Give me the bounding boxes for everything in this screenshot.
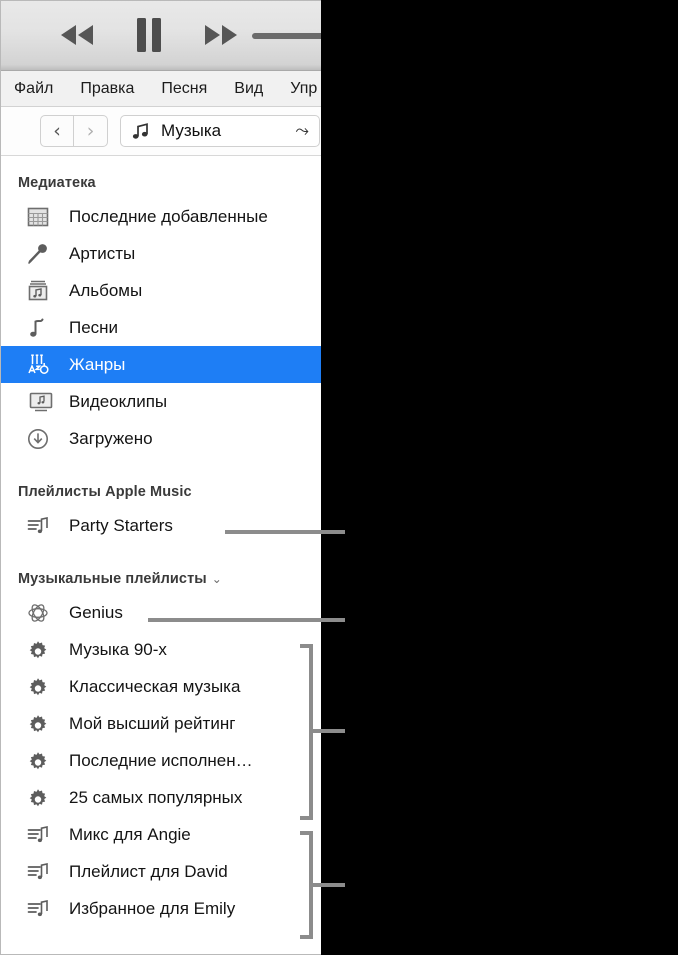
sidebar-item-albums[interactable]: Альбомы bbox=[0, 272, 321, 309]
gear-icon bbox=[26, 749, 56, 773]
sidebar-item-smart-playlist-3[interactable]: Мой высший рейтинг bbox=[0, 705, 321, 742]
note-icon bbox=[26, 316, 56, 340]
sidebar-section-apple-music: Плейлисты Apple Music bbox=[0, 477, 321, 507]
video-icon bbox=[29, 392, 53, 411]
microphone-icon bbox=[26, 242, 56, 266]
sidebar-section-music-playlists[interactable]: Музыкальные плейлисты ⌄ bbox=[0, 564, 321, 594]
sidebar-item-label: Альбомы bbox=[69, 280, 143, 300]
sidebar-item-label: Плейлист для David bbox=[69, 861, 228, 881]
sidebar-item-smart-playlist-5[interactable]: 25 самых популярных bbox=[0, 779, 321, 816]
sidebar-item-playlist-angie[interactable]: Микс для Angie bbox=[0, 816, 321, 853]
sidebar-item-label: Микс для Angie bbox=[69, 824, 191, 844]
sidebar-item-recently-added[interactable]: Последние добавленные bbox=[0, 198, 321, 235]
sidebar-item-playlist-david[interactable]: Плейлист для David bbox=[0, 853, 321, 890]
menu-item-file[interactable]: Файл bbox=[14, 80, 53, 98]
chevron-left-icon: ‹ bbox=[53, 119, 61, 142]
sidebar-item-label: Последние исполнен… bbox=[69, 750, 253, 770]
gear-icon bbox=[26, 675, 56, 699]
sidebar-section-apple-music-label: Плейлисты Apple Music bbox=[18, 484, 192, 500]
playlist-icon bbox=[26, 823, 56, 847]
source-selector[interactable]: Музыка ⤳ bbox=[120, 115, 320, 147]
gear-icon bbox=[26, 786, 56, 810]
playlist-icon bbox=[26, 860, 56, 884]
sidebar-item-label: Музыка 90-х bbox=[69, 639, 167, 659]
sidebar-item-smart-playlist-1[interactable]: Музыка 90-х bbox=[0, 631, 321, 668]
sidebar-item-label: Песни bbox=[69, 317, 119, 337]
playlist-icon bbox=[26, 514, 56, 538]
pause-button[interactable] bbox=[126, 14, 172, 56]
pause-icon bbox=[137, 18, 161, 52]
volume-slider[interactable] bbox=[252, 33, 321, 39]
menu-item-edit[interactable]: Правка bbox=[80, 80, 134, 98]
sidebar-item-label: Мой высший рейтинг bbox=[69, 713, 236, 733]
itunes-window: Файл Правка Песня Вид Упр ‹ › Музыка ⤳ М… bbox=[0, 0, 321, 955]
background-mask bbox=[321, 0, 678, 955]
sidebar-item-label: Видеоклипы bbox=[69, 391, 168, 411]
menu-item-view[interactable]: Вид bbox=[234, 80, 263, 98]
sidebar-section-music-playlists-label: Музыкальные плейлисты bbox=[18, 571, 207, 587]
menu-bar: Файл Правка Песня Вид Упр bbox=[0, 71, 321, 107]
shuffle-icon: ⤳ bbox=[295, 121, 309, 140]
menu-item-song[interactable]: Песня bbox=[161, 80, 207, 98]
sidebar-item-artists[interactable]: Артисты bbox=[0, 235, 321, 272]
playlist-icon bbox=[26, 897, 56, 921]
music-note-icon bbox=[132, 123, 148, 139]
sidebar-item-label: Party Starters bbox=[69, 515, 173, 535]
sidebar: Медиатека Последние добавленные Артисты … bbox=[0, 156, 321, 927]
player-bar bbox=[0, 0, 321, 71]
chevron-down-icon: ⌄ bbox=[211, 572, 222, 586]
sidebar-item-label: Избранное для Emily bbox=[69, 898, 236, 918]
sidebar-item-label: Последние добавленные bbox=[69, 206, 268, 226]
gear-icon bbox=[26, 712, 56, 736]
sidebar-section-library-label: Медиатека bbox=[18, 175, 96, 191]
navigation-bar: ‹ › Музыка ⤳ bbox=[0, 107, 321, 156]
sidebar-item-label: Классическая музыка bbox=[69, 676, 241, 696]
sidebar-item-playlist-emily[interactable]: Избранное для Emily bbox=[0, 890, 321, 927]
menu-item-controls[interactable]: Упр bbox=[290, 80, 317, 98]
source-label: Музыка bbox=[161, 121, 222, 140]
fast-forward-button[interactable] bbox=[198, 14, 244, 56]
fast-forward-icon bbox=[205, 25, 237, 45]
transport-controls bbox=[54, 14, 244, 56]
rewind-icon bbox=[61, 25, 93, 45]
forward-button[interactable]: › bbox=[74, 115, 108, 147]
album-icon bbox=[26, 279, 56, 303]
grid-icon bbox=[26, 205, 56, 229]
sidebar-item-label: Загружено bbox=[69, 428, 153, 448]
sidebar-item-party-starters[interactable]: Party Starters bbox=[0, 507, 321, 544]
gear-icon bbox=[26, 638, 56, 662]
sidebar-item-songs[interactable]: Песни bbox=[0, 309, 321, 346]
sidebar-item-smart-playlist-2[interactable]: Классическая музыка bbox=[0, 668, 321, 705]
rewind-button[interactable] bbox=[54, 14, 100, 56]
chevron-right-icon: › bbox=[86, 119, 95, 142]
download-icon bbox=[26, 427, 56, 451]
sidebar-item-music-videos[interactable]: Видеоклипы bbox=[0, 383, 321, 420]
back-button[interactable]: ‹ bbox=[40, 115, 74, 147]
sidebar-item-genius[interactable]: Genius bbox=[0, 594, 321, 631]
sidebar-item-label: Genius bbox=[69, 602, 123, 622]
sidebar-item-genres[interactable]: Жанры bbox=[0, 346, 321, 383]
genius-icon bbox=[26, 601, 56, 625]
sidebar-item-label: Артисты bbox=[69, 243, 136, 263]
guitar-icon bbox=[26, 352, 56, 378]
sidebar-item-downloaded[interactable]: Загружено bbox=[0, 420, 321, 457]
sidebar-item-label: 25 самых популярных bbox=[69, 787, 243, 807]
sidebar-section-library: Медиатека bbox=[0, 168, 321, 198]
sidebar-item-smart-playlist-4[interactable]: Последние исполнен… bbox=[0, 742, 321, 779]
screenshot-root: Файл Правка Песня Вид Упр ‹ › Музыка ⤳ М… bbox=[0, 0, 678, 955]
sidebar-item-label: Жанры bbox=[69, 354, 126, 374]
